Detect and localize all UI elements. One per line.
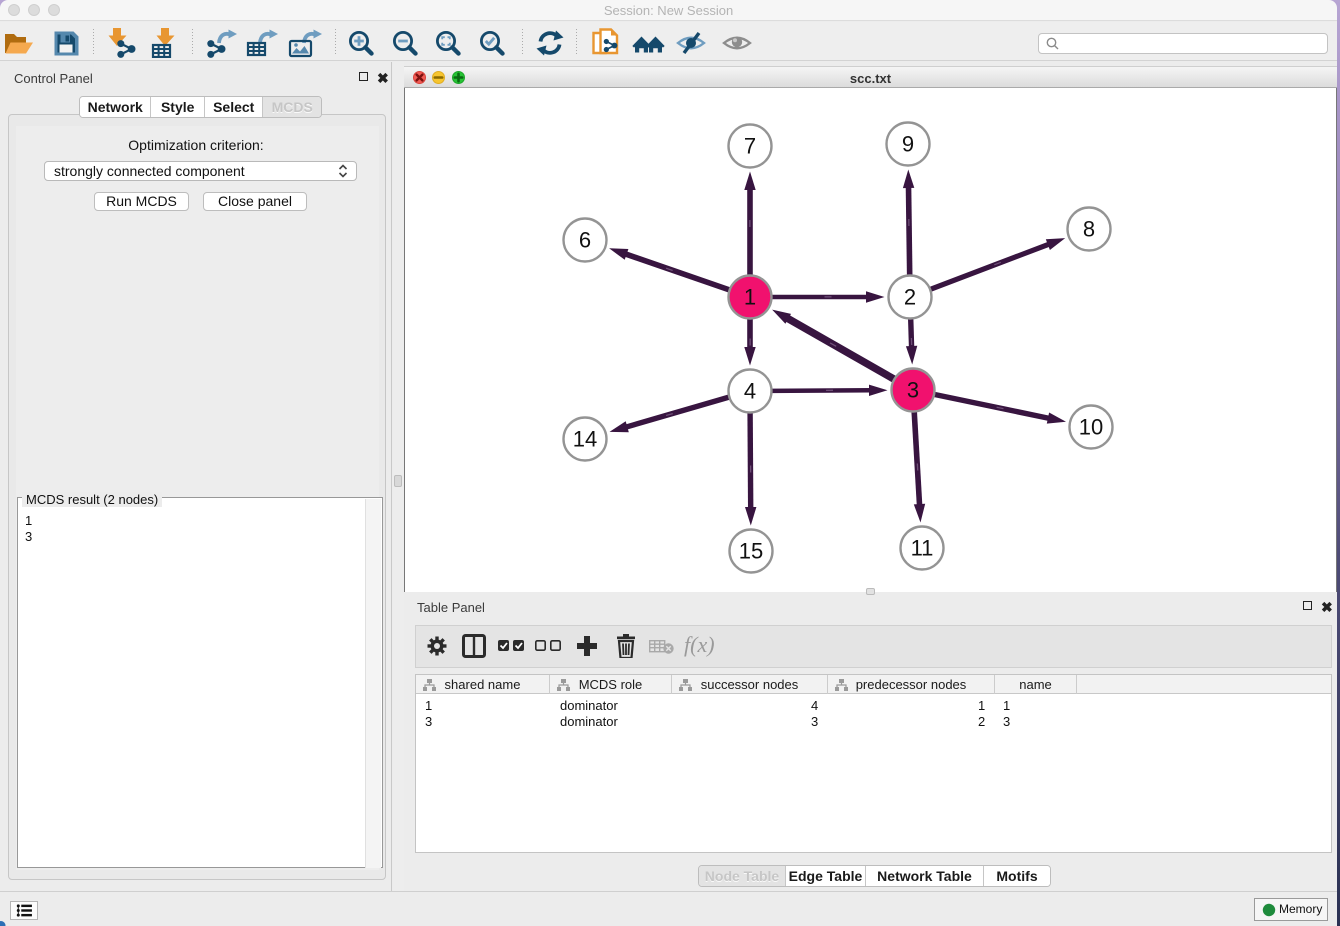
svg-text:4: 4 [744,379,756,404]
svg-text:8: 8 [1083,217,1095,242]
svg-text:7: 7 [744,134,756,159]
svg-text:9: 9 [902,132,914,157]
svg-text:3: 3 [907,378,919,403]
svg-text:11: 11 [911,536,934,561]
svg-text:6: 6 [579,228,591,253]
svg-text:10: 10 [1079,415,1103,440]
svg-text:2: 2 [904,285,916,310]
svg-text:15: 15 [739,539,763,564]
svg-text:1: 1 [744,285,756,310]
svg-text:14: 14 [573,427,597,452]
